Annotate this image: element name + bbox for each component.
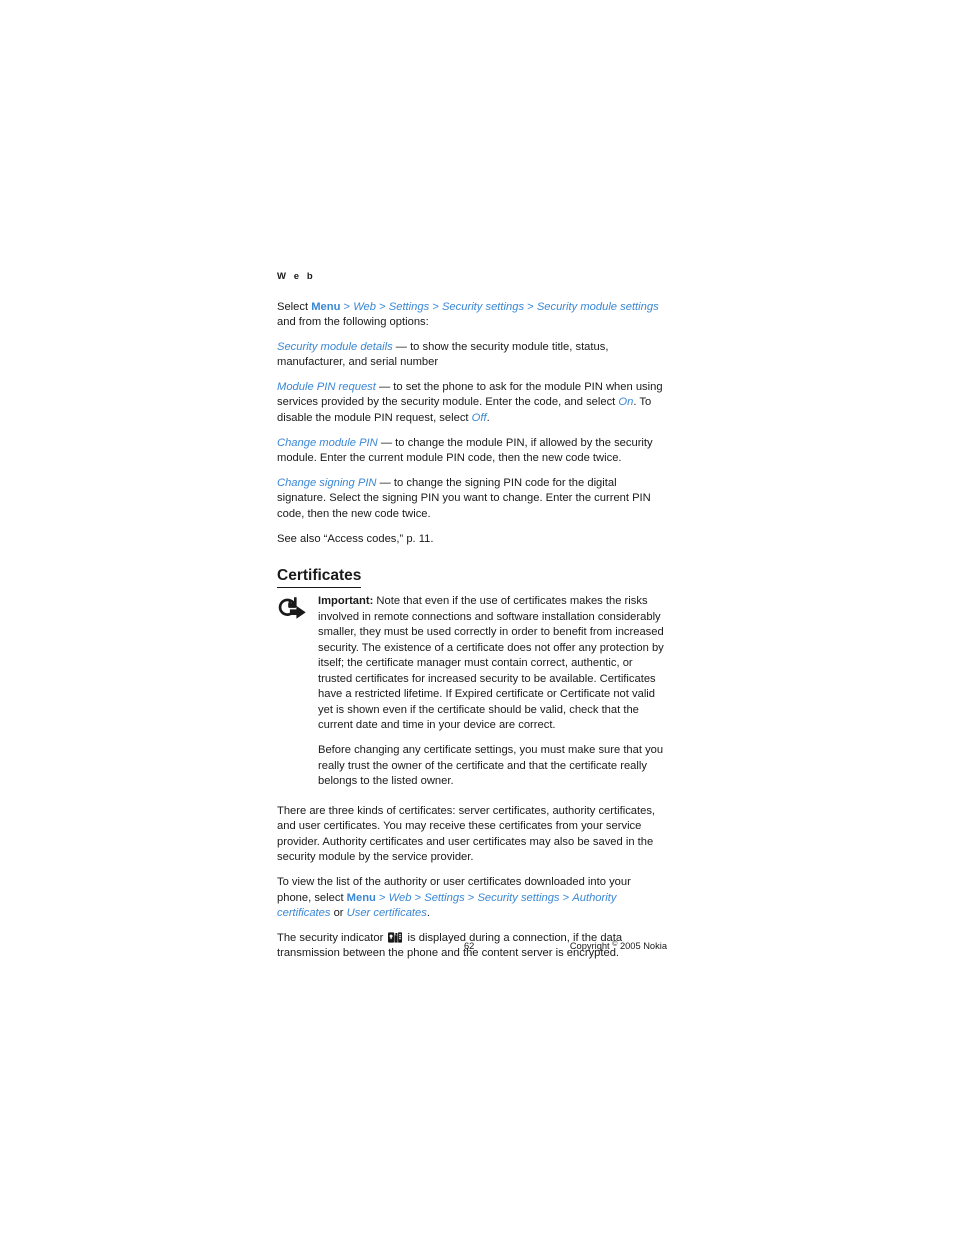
important-note-icon bbox=[277, 597, 307, 621]
value-off[interactable]: Off bbox=[472, 412, 487, 424]
page-footer: 62 Copyright © 2005 Nokia bbox=[277, 941, 667, 955]
running-header: W e b bbox=[277, 271, 316, 282]
path-separator: > bbox=[379, 891, 386, 904]
important-note-block: Important: Note that even if the use of … bbox=[277, 594, 667, 790]
term-change-signing-pin[interactable]: Change signing PIN bbox=[277, 477, 377, 489]
option-dash: — bbox=[378, 380, 391, 393]
link-web[interactable]: Web bbox=[389, 892, 412, 904]
option-change-signing-pin: Change signing PIN — to change the signi… bbox=[277, 476, 667, 523]
term-change-module-pin[interactable]: Change module PIN bbox=[277, 437, 378, 449]
important-note-first-paragraph: Important: Note that even if the use of … bbox=[318, 594, 667, 734]
paragraph-view-certificate-list: To view the list of the authority or use… bbox=[277, 875, 667, 922]
term-security-module-details[interactable]: Security module details bbox=[277, 341, 393, 353]
link-settings[interactable]: Settings bbox=[424, 892, 464, 904]
important-note-second-paragraph: Before changing any certificate settings… bbox=[318, 743, 664, 788]
link-security-settings[interactable]: Security settings bbox=[477, 892, 559, 904]
path-separator: > bbox=[414, 891, 422, 904]
path-separator: > bbox=[343, 300, 351, 313]
option-description-part3: . bbox=[486, 412, 490, 425]
link-security-module-settings[interactable]: Security module settings bbox=[537, 301, 659, 313]
link-settings[interactable]: Settings bbox=[389, 301, 429, 313]
copyright-prefix: Copyright bbox=[569, 941, 613, 951]
copyright-notice: Copyright © 2005 Nokia bbox=[570, 941, 667, 951]
paragraph-certificate-kinds: There are three kinds of certificates: s… bbox=[277, 804, 656, 864]
option-change-module-pin: Change module PIN — to change the module… bbox=[277, 436, 667, 467]
copyright-suffix: 2005 Nokia bbox=[617, 941, 667, 951]
option-dash: — bbox=[395, 340, 407, 353]
section-heading-text: Certificates bbox=[277, 567, 362, 589]
option-module-pin-request: Module PIN request — to set the phone to… bbox=[277, 380, 667, 427]
link-web[interactable]: Web bbox=[353, 301, 376, 313]
link-menu[interactable]: Menu bbox=[311, 301, 340, 313]
page-title: Certificates bbox=[277, 567, 667, 589]
path-separator: > bbox=[432, 300, 439, 313]
document-page-content: W e b Select Menu > Web > Settings > Sec… bbox=[277, 272, 667, 962]
term-module-pin-request[interactable]: Module PIN request bbox=[277, 381, 376, 393]
view-list-conjunction: or bbox=[330, 907, 347, 920]
path-separator: > bbox=[562, 891, 570, 904]
path-separator: > bbox=[527, 300, 534, 313]
see-also-reference: See also “Access codes,” p. 11. bbox=[277, 532, 434, 545]
intro-suffix: and from the following options: bbox=[277, 316, 429, 329]
option-security-module-details: Security module details — to show the se… bbox=[277, 340, 667, 371]
path-separator: > bbox=[467, 891, 475, 904]
paragraph-menu-path-intro: Select Menu > Web > Settings > Security … bbox=[277, 300, 667, 331]
link-user-certificates[interactable]: User certificates bbox=[347, 907, 427, 919]
path-separator: > bbox=[379, 300, 386, 313]
option-dash: — bbox=[380, 436, 393, 449]
important-label: Important: bbox=[318, 595, 374, 608]
page-number: 62 bbox=[464, 941, 475, 951]
important-note-text: Note that even if the use of certificate… bbox=[318, 595, 664, 732]
link-security-settings[interactable]: Security settings bbox=[442, 301, 524, 313]
view-list-period: . bbox=[426, 907, 430, 920]
link-menu[interactable]: Menu bbox=[347, 892, 376, 904]
option-dash: — bbox=[379, 476, 391, 489]
intro-prefix: Select bbox=[277, 300, 312, 313]
value-on[interactable]: On bbox=[618, 396, 633, 408]
